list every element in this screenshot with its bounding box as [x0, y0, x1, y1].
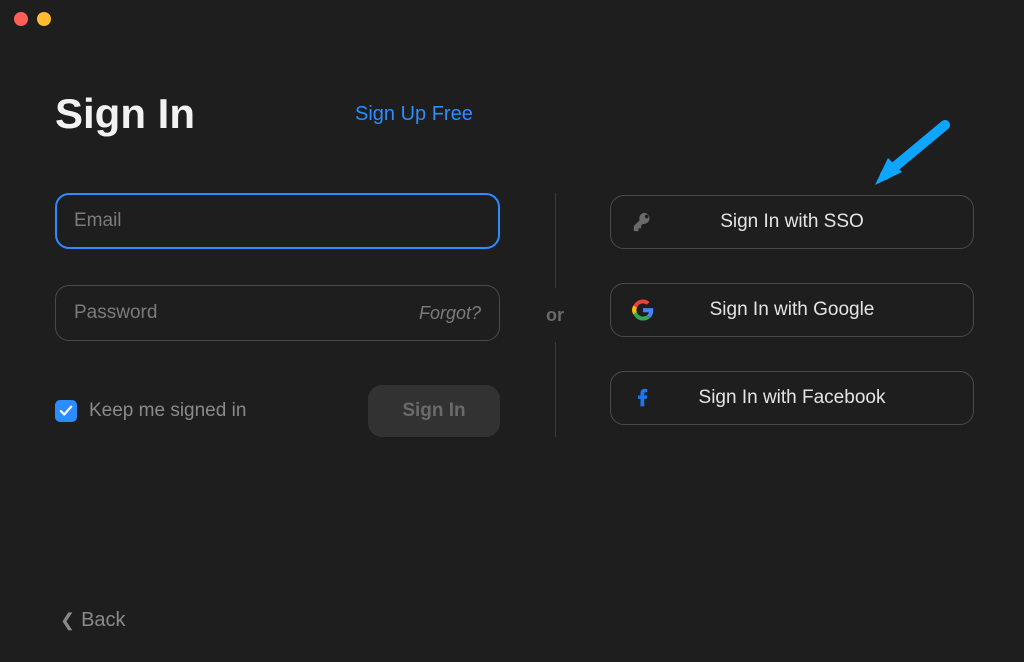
- email-field-wrap[interactable]: [55, 193, 500, 249]
- checkbox-checked-icon: [55, 400, 77, 422]
- back-link[interactable]: ❮ Back: [60, 609, 126, 632]
- key-icon: [631, 210, 655, 234]
- keep-signed-in-checkbox[interactable]: Keep me signed in: [55, 400, 246, 422]
- sign-in-google-label: Sign In with Google: [710, 299, 875, 321]
- password-field[interactable]: [74, 302, 419, 324]
- email-field[interactable]: [74, 210, 481, 232]
- sign-in-sso-button[interactable]: Sign In with SSO: [610, 195, 974, 249]
- window-minimize-dot[interactable]: [37, 12, 51, 26]
- divider-or-label: or: [546, 305, 564, 326]
- sign-in-facebook-button[interactable]: Sign In with Facebook: [610, 371, 974, 425]
- window-traffic-lights: [14, 12, 74, 26]
- password-field-wrap[interactable]: Forgot?: [55, 285, 500, 341]
- forgot-password-link[interactable]: Forgot?: [419, 303, 481, 324]
- page-title: Sign In: [55, 90, 195, 138]
- sign-in-button[interactable]: Sign In: [368, 385, 500, 437]
- facebook-icon: [631, 386, 655, 410]
- sign-in-sso-label: Sign In with SSO: [720, 211, 864, 233]
- window-close-dot[interactable]: [14, 12, 28, 26]
- sign-in-facebook-label: Sign In with Facebook: [699, 387, 886, 409]
- google-icon: [631, 298, 655, 322]
- sign-in-google-button[interactable]: Sign In with Google: [610, 283, 974, 337]
- chevron-left-icon: ❮: [60, 610, 75, 631]
- sign-up-free-link[interactable]: Sign Up Free: [355, 103, 473, 126]
- keep-signed-in-label: Keep me signed in: [89, 400, 246, 422]
- divider: or: [500, 193, 610, 437]
- back-label: Back: [81, 609, 125, 632]
